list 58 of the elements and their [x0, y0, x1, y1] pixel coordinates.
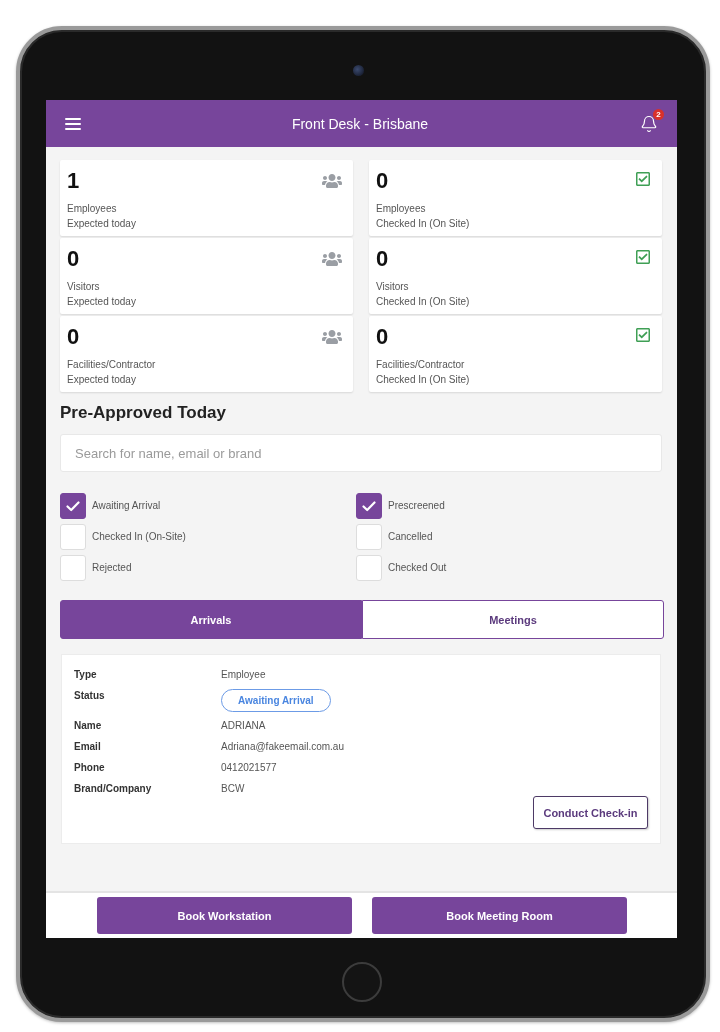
people-icon — [322, 327, 342, 347]
search-field[interactable]: Search for name, email or brand — [60, 434, 662, 472]
stat-label: Employees — [67, 202, 117, 216]
detail-value: Adriana@fakeemail.com.au — [221, 740, 344, 754]
checkbox-label: Prescreened — [388, 499, 445, 513]
detail-label: Email — [74, 740, 102, 754]
stat-sublabel: Checked In (On Site) — [376, 217, 470, 231]
checkbox-label: Cancelled — [388, 530, 433, 544]
notifications-button[interactable]: 2 — [639, 108, 664, 134]
notification-count: 2 — [653, 108, 664, 120]
stat-label: Visitors — [67, 280, 100, 294]
stat-count: 0 — [67, 324, 80, 350]
detail-label: Type — [74, 668, 98, 682]
menu-icon — [65, 117, 81, 130]
stat-label: Facilities/Contractor — [67, 358, 156, 372]
checkbox-label: Checked In (On-Site) — [92, 530, 186, 544]
detail-value: Employee — [221, 668, 266, 682]
checkbox-label: Checked Out — [388, 561, 447, 575]
detail-label: Brand/Company — [74, 782, 153, 796]
status-badge: Awaiting Arrival — [221, 689, 331, 712]
stat-sublabel: Checked In (On Site) — [376, 295, 470, 309]
detail-value: BCW — [221, 782, 245, 796]
detail-value: 0412021577 — [221, 761, 277, 775]
checkbox[interactable] — [356, 493, 382, 519]
stat-count: 0 — [376, 246, 389, 272]
stat-sublabel: Checked In (On Site) — [376, 373, 470, 387]
checkmark-icon — [66, 500, 80, 512]
stat-count: 0 — [67, 246, 80, 272]
home-button[interactable] — [341, 962, 382, 1002]
footer-button[interactable]: Book Meeting Room — [372, 897, 627, 934]
menu-button[interactable] — [65, 117, 81, 130]
people-icon — [322, 171, 342, 191]
stat-count: 0 — [376, 324, 389, 350]
footer-button[interactable]: Book Workstation — [97, 897, 352, 934]
stat-label: Employees — [376, 202, 426, 216]
detail-label: Status — [74, 689, 106, 703]
stat-sublabel: Expected today — [67, 373, 136, 387]
check-in-button[interactable]: Conduct Check-in — [533, 796, 648, 829]
stat-count: 0 — [376, 168, 389, 194]
tab[interactable]: Meetings — [362, 600, 664, 639]
checkbox-label: Awaiting Arrival — [92, 499, 161, 513]
stat-sublabel: Expected today — [67, 295, 136, 309]
checkbox[interactable] — [60, 493, 86, 519]
section-title: Pre-Approved Today — [60, 402, 226, 424]
stat-sublabel: Expected today — [67, 217, 136, 231]
checkmark-icon — [362, 500, 376, 512]
camera-lens-icon — [353, 65, 364, 76]
checkbox-label: Rejected — [92, 561, 132, 575]
detail-label: Name — [74, 719, 103, 733]
people-icon — [322, 249, 342, 269]
bell-icon — [640, 114, 658, 133]
detail-value: ADRIANA — [221, 719, 266, 733]
stat-label: Facilities/Contractor — [376, 358, 465, 372]
stat-label: Visitors — [376, 280, 409, 294]
stat-count: 1 — [67, 168, 80, 194]
tab[interactable]: Arrivals — [60, 600, 362, 639]
header-title: Front Desk - Brisbane — [291, 114, 429, 133]
detail-label: Phone — [74, 761, 106, 775]
